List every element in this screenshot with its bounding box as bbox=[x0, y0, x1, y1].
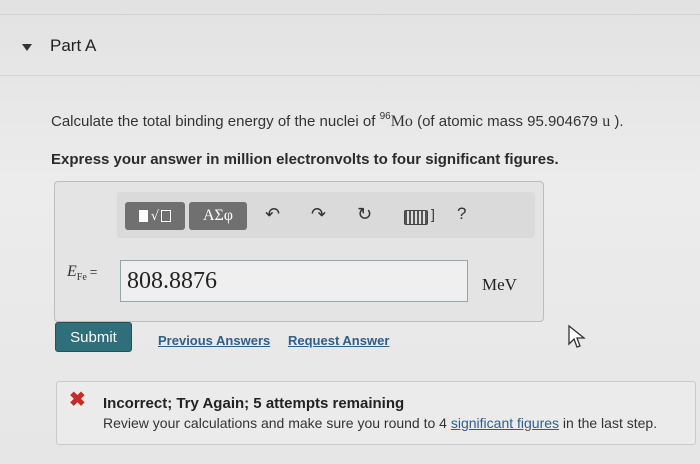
answer-instruction: Express your answer in million electronv… bbox=[51, 151, 559, 168]
significant-figures-link[interactable]: significant figures bbox=[451, 415, 559, 431]
question-prefix: Calculate the total binding energy of th… bbox=[51, 113, 380, 130]
templates-button[interactable]: √ bbox=[125, 202, 185, 230]
answer-unit: MeV bbox=[482, 275, 517, 294]
isotope-mass-number: 96 bbox=[379, 111, 391, 122]
submit-button[interactable]: Submit bbox=[55, 322, 132, 352]
previous-answers-link[interactable]: Previous Answers bbox=[158, 333, 270, 348]
feedback-panel: ✖ Incorrect; Try Again; 5 attempts remai… bbox=[56, 381, 696, 445]
question-text: Calculate the total binding energy of th… bbox=[51, 111, 624, 131]
feedback-text-suffix: in the last step. bbox=[559, 415, 658, 431]
keyboard-icon[interactable] bbox=[404, 210, 428, 225]
reset-icon[interactable]: ↻ bbox=[357, 204, 372, 225]
equals-sign: = bbox=[89, 264, 98, 279]
help-icon[interactable]: ? bbox=[457, 204, 466, 224]
request-answer-link[interactable]: Request Answer bbox=[288, 333, 389, 348]
math-toolbar: √ ΑΣφ ↶ ↷ ↻ ] ? bbox=[117, 192, 535, 238]
mass-unit: u bbox=[602, 113, 611, 130]
templates-icon bbox=[138, 210, 148, 222]
variable-symbol: E bbox=[67, 263, 77, 280]
answer-variable-label: EFe = bbox=[67, 263, 97, 283]
undo-icon[interactable]: ↶ bbox=[265, 204, 280, 225]
answer-panel: √ ΑΣφ ↶ ↷ ↻ ] ? EFe= MeV bbox=[54, 181, 544, 322]
collapse-caret-icon[interactable] bbox=[22, 43, 32, 51]
question-suffix: ). bbox=[610, 113, 624, 130]
isotope-symbol: Mo bbox=[390, 113, 413, 130]
variable-subscript: Fe bbox=[76, 272, 87, 284]
redo-icon[interactable]: ↷ bbox=[311, 204, 326, 225]
feedback-title: Incorrect; Try Again; 5 attempts remaini… bbox=[103, 395, 405, 412]
part-divider bbox=[0, 75, 700, 76]
part-title: Part A bbox=[50, 36, 97, 55]
question-middle: (of atomic mass 95.904679 bbox=[412, 113, 603, 130]
mouse-cursor-icon bbox=[568, 324, 586, 348]
keyboard-bracket: ] bbox=[431, 206, 435, 222]
top-divider bbox=[0, 14, 700, 15]
feedback-text-prefix: Review your calculations and make sure y… bbox=[103, 415, 451, 431]
answer-input[interactable] bbox=[120, 260, 468, 302]
greek-symbols-button[interactable]: ΑΣφ bbox=[189, 202, 247, 230]
part-header[interactable]: Part A bbox=[22, 36, 96, 56]
feedback-text: Review your calculations and make sure y… bbox=[103, 415, 657, 431]
incorrect-x-icon: ✖ bbox=[69, 389, 86, 411]
radical-icon: √ bbox=[150, 208, 160, 224]
box-icon bbox=[161, 210, 172, 222]
